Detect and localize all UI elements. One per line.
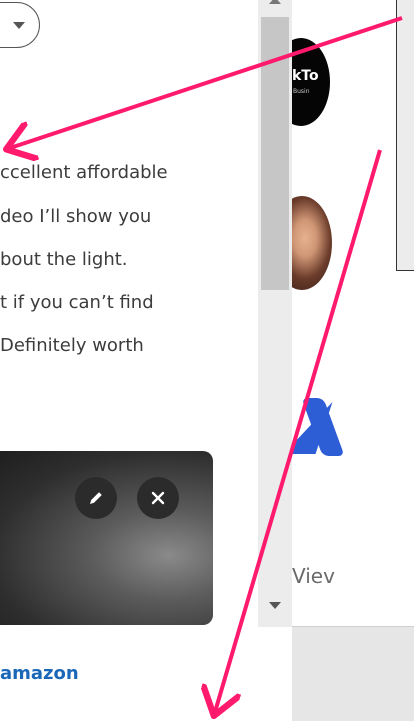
main-content: ccellent affordable deo I’ll show you bo… [0,0,258,721]
scrollbar-thumb[interactable] [261,17,289,290]
edit-button[interactable] [75,477,117,519]
description-line: Definitely worth [0,335,144,356]
description-line: deo I’ll show you [0,206,152,227]
close-button[interactable] [137,477,179,519]
scroll-down-arrow-icon[interactable] [269,602,281,609]
description-line: t if you can’t find [0,292,154,313]
video-thumbnail[interactable] [0,451,213,625]
close-icon [151,491,165,505]
scrollbar-footer [258,627,292,721]
view-label[interactable]: Viev [292,564,335,588]
channel-avatar-person[interactable] [292,196,332,290]
pencil-icon [90,492,102,504]
scrollbar[interactable] [258,0,292,627]
chevron-down-icon [13,22,25,29]
amazon-link[interactable]: amazon [0,663,79,684]
channel-avatar-tiktok[interactable]: kTo Busin [292,38,330,126]
tiktok-logo-text: kTo [292,68,319,84]
scroll-up-arrow-icon[interactable] [269,0,281,4]
description-line: bout the light. [0,249,128,270]
sidebar-footer-panel [292,627,414,721]
description-line: ccellent affordable [0,162,168,183]
tiktok-logo-subtext: Busin [293,88,310,95]
tooltip-panel [396,0,414,271]
dropdown-toggle-button[interactable] [0,2,40,48]
